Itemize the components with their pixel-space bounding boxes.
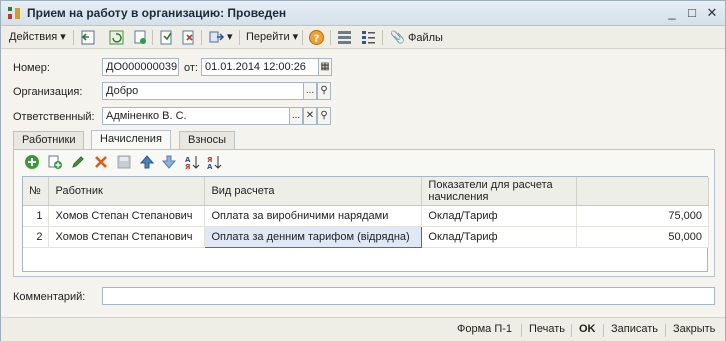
window-title: Прием на работу в организацию: Проведен bbox=[27, 6, 287, 20]
amount-cell[interactable]: 50,000 bbox=[576, 226, 709, 248]
footer-separator bbox=[603, 324, 604, 337]
toolbar-separator bbox=[152, 30, 153, 45]
toolbar-separator bbox=[382, 30, 383, 45]
close-button[interactable]: Закрыть bbox=[673, 323, 715, 335]
select-ellipsis-button[interactable]: ... bbox=[289, 107, 303, 125]
row-number: 1 bbox=[23, 205, 50, 227]
toolbar-separator bbox=[239, 30, 240, 45]
tab-accruals[interactable]: Начисления bbox=[91, 130, 171, 150]
files-label: Файлы bbox=[408, 32, 443, 44]
help-icon[interactable]: ? bbox=[308, 29, 325, 46]
column-header-calc-type[interactable]: Вид расчета bbox=[204, 177, 423, 206]
footer-bar: Форма П-1 Печать OK Записать Закрыть bbox=[1, 317, 725, 341]
column-header-employee[interactable]: Работник bbox=[48, 177, 206, 206]
end-edit-icon bbox=[117, 155, 131, 169]
svg-text:A: A bbox=[207, 163, 213, 170]
search-icon[interactable]: ⚲ bbox=[317, 82, 331, 100]
add-row-icon[interactable] bbox=[24, 154, 40, 170]
responsible-label: Ответственный: bbox=[13, 111, 95, 123]
footer-separator bbox=[665, 324, 666, 337]
table-header-row: № Работник Вид расчета Показатели для ра… bbox=[23, 177, 709, 206]
tab-employees[interactable]: Работники bbox=[13, 131, 85, 150]
toolbar-separator bbox=[302, 30, 303, 45]
toolbar-separator bbox=[330, 30, 331, 45]
toolbar-separator bbox=[73, 30, 74, 45]
table-row[interactable]: 1 Хомов Степан Степанович Оплата за виро… bbox=[23, 205, 709, 227]
footer-separator bbox=[521, 324, 522, 337]
close-window-button[interactable]: ✕ bbox=[703, 4, 721, 22]
amount-cell[interactable]: 75,000 bbox=[576, 205, 709, 227]
organization-field[interactable]: Добро bbox=[102, 82, 304, 100]
org-structure-icon bbox=[8, 7, 20, 19]
goto-label: Перейти bbox=[246, 31, 290, 43]
structure-dropdown-arrow[interactable]: ▾ bbox=[227, 29, 233, 46]
clear-icon[interactable]: ✕ bbox=[303, 107, 317, 125]
actions-menu[interactable]: Действия ▾ bbox=[9, 29, 66, 46]
goto-menu[interactable]: Перейти ▾ bbox=[246, 29, 298, 46]
column-header-number[interactable]: № bbox=[23, 177, 50, 206]
svg-text:Я: Я bbox=[185, 163, 190, 170]
accruals-panel: AЯ ЯA № Работник Вид расчета Показатели … bbox=[13, 149, 715, 277]
maximize-button[interactable]: □ bbox=[683, 4, 701, 22]
edit-pencil-icon[interactable] bbox=[70, 154, 86, 170]
list-view-icon[interactable] bbox=[336, 29, 353, 46]
actions-label: Действия bbox=[9, 31, 58, 43]
calc-type-cell[interactable]: Оплата за виробничими нарядами bbox=[204, 205, 423, 227]
sort-ascending-icon[interactable]: AЯ bbox=[184, 154, 200, 170]
toolbar: Действия ▾ ▾ Перейти ▾ ? 📎 Файлы bbox=[1, 26, 725, 49]
go-back-icon[interactable] bbox=[80, 29, 97, 46]
files-button[interactable]: 📎 Файлы bbox=[390, 29, 443, 46]
select-ellipsis-button[interactable]: ... bbox=[303, 82, 317, 100]
save-button[interactable]: Записать bbox=[611, 323, 658, 335]
move-down-icon[interactable] bbox=[161, 154, 177, 170]
minimize-button[interactable]: _ bbox=[663, 4, 681, 22]
print-button[interactable]: Печать bbox=[529, 323, 565, 335]
employee-cell[interactable]: Хомов Степан Степанович bbox=[48, 226, 206, 248]
comment-field[interactable] bbox=[102, 287, 715, 305]
copy-row-icon[interactable] bbox=[47, 154, 63, 170]
title-bar: Прием на работу в организацию: Проведен … bbox=[1, 1, 725, 26]
delete-row-icon[interactable] bbox=[93, 154, 109, 170]
unpost-document-icon[interactable] bbox=[180, 29, 197, 46]
tab-contributions[interactable]: Взносы bbox=[179, 131, 235, 150]
move-up-icon[interactable] bbox=[139, 154, 155, 170]
column-header-amount[interactable] bbox=[576, 177, 709, 206]
post-document-icon[interactable] bbox=[158, 29, 175, 46]
refresh-icon[interactable] bbox=[108, 29, 125, 46]
date-label: от: bbox=[184, 62, 198, 74]
comment-label: Комментарий: bbox=[13, 291, 86, 303]
document-window: Прием на работу в организацию: Проведен … bbox=[0, 0, 726, 341]
footer-separator bbox=[571, 324, 572, 337]
calendar-icon[interactable]: ▦ bbox=[318, 58, 332, 76]
number-label: Номер: bbox=[13, 62, 50, 74]
indicator-cell[interactable]: Оклад/Тариф bbox=[421, 205, 578, 227]
indicator-cell[interactable]: Оклад/Тариф bbox=[421, 226, 578, 248]
table-row[interactable]: 2 Хомов Степан Степанович Оплата за денн… bbox=[23, 226, 709, 248]
settings-list-icon[interactable] bbox=[360, 29, 377, 46]
date-field[interactable]: 01.01.2014 12:00:26 bbox=[201, 58, 319, 76]
toolbar-separator bbox=[201, 30, 202, 45]
form-p1-button[interactable]: Форма П-1 bbox=[457, 323, 512, 335]
accruals-grid: № Работник Вид расчета Показатели для ра… bbox=[22, 176, 709, 272]
responsible-field[interactable]: Адміненко В. С. bbox=[102, 107, 290, 125]
svg-text:?: ? bbox=[314, 34, 320, 45]
row-number: 2 bbox=[23, 226, 50, 248]
number-field[interactable]: ДО000000039 bbox=[102, 58, 179, 76]
sort-descending-icon[interactable]: ЯA bbox=[206, 154, 222, 170]
search-icon[interactable]: ⚲ bbox=[317, 107, 331, 125]
accruals-table: № Работник Вид расчета Показатели для ра… bbox=[23, 177, 709, 248]
ok-button[interactable]: OK bbox=[579, 323, 596, 335]
copy-document-icon[interactable] bbox=[132, 29, 149, 46]
employee-cell[interactable]: Хомов Степан Степанович bbox=[48, 205, 206, 227]
organization-label: Организация: bbox=[13, 86, 83, 98]
column-header-indicators[interactable]: Показатели для расчета начисления bbox=[421, 177, 578, 206]
calc-type-cell-selected[interactable]: Оплата за денним тарифом (відрядна) bbox=[204, 226, 423, 248]
structure-subordination-icon[interactable] bbox=[208, 29, 225, 46]
paperclip-icon: 📎 bbox=[390, 30, 405, 44]
